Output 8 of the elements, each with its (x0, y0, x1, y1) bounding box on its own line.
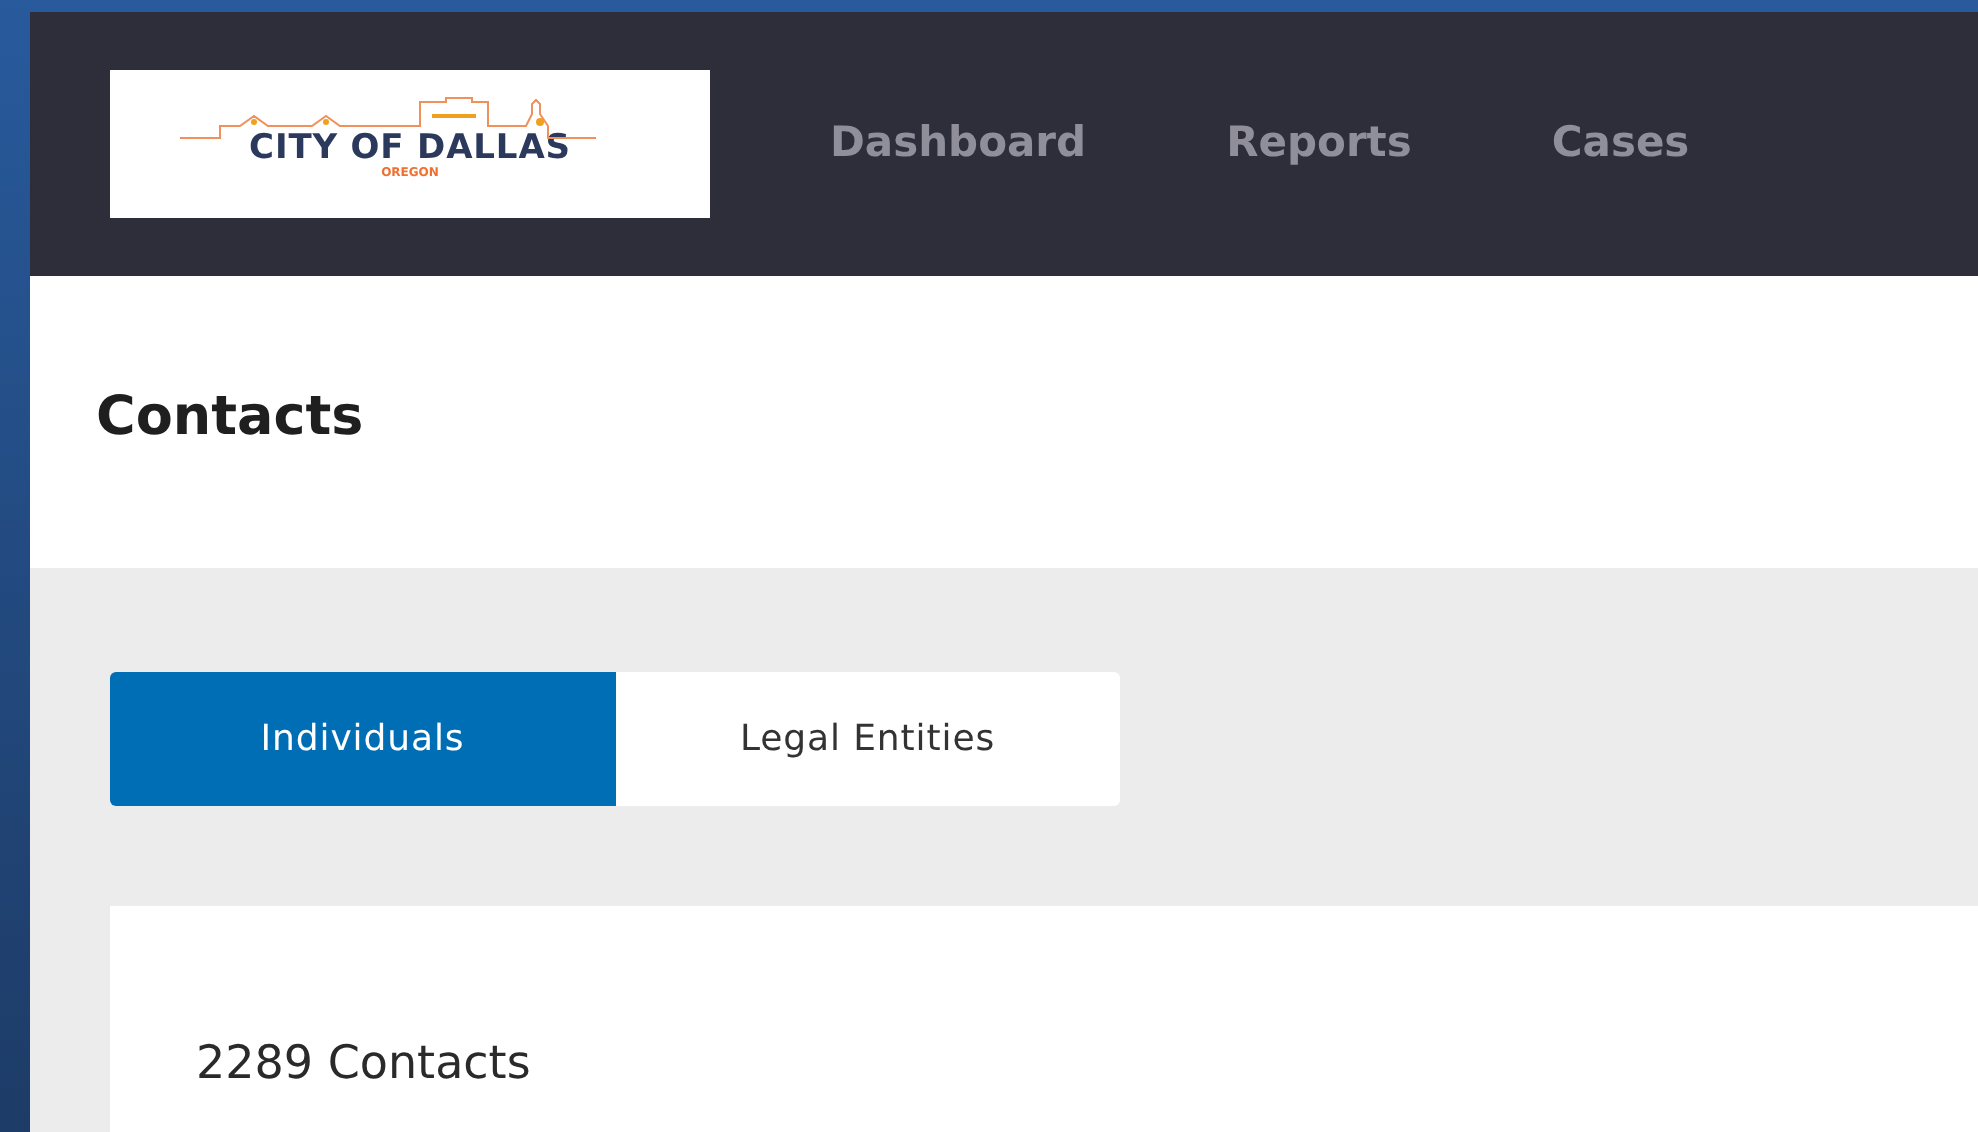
nav-link[interactable]: Reports (1226, 112, 1412, 176)
tab[interactable]: Individuals (110, 672, 615, 806)
contact-count: 2289 Contacts (196, 1038, 531, 1090)
logo-text: CITY OF DALLAS (249, 130, 571, 166)
tab[interactable]: Legal Entities (615, 672, 1120, 806)
nav-link[interactable]: Cases (1551, 112, 1690, 176)
page-title: Contacts (96, 383, 364, 452)
nav-link[interactable]: Dashboard (830, 112, 1087, 176)
